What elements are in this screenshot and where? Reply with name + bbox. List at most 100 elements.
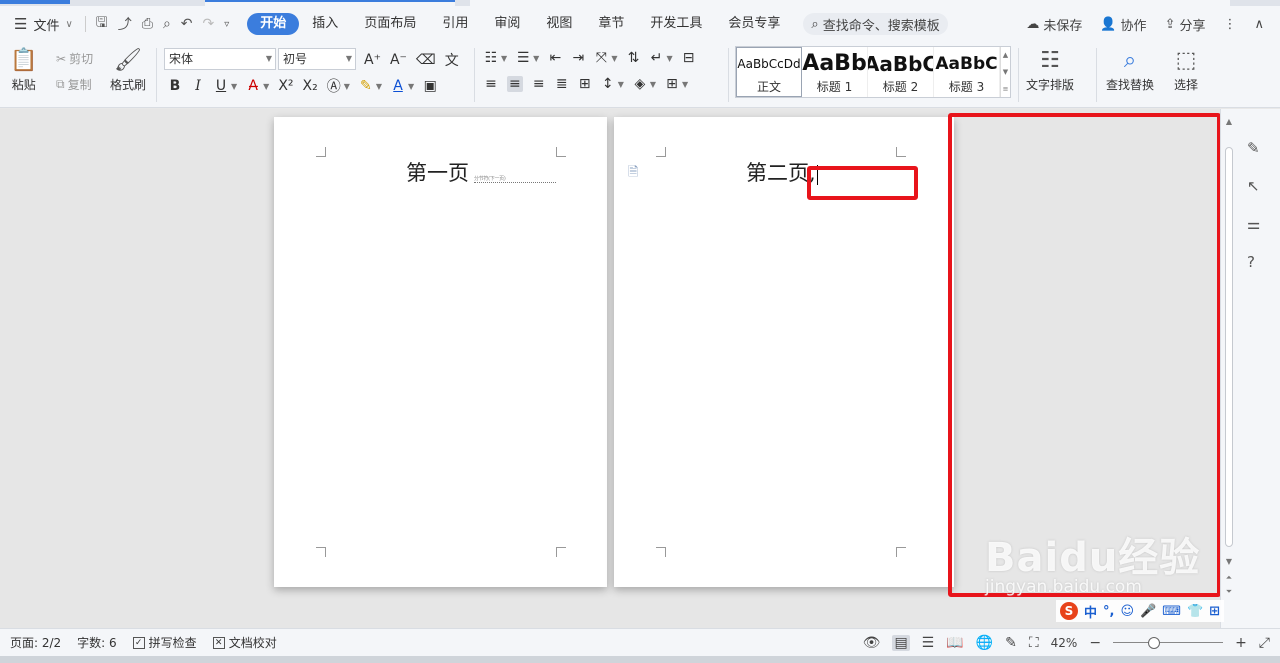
ime-mode[interactable]: 中: [1084, 602, 1097, 621]
paste-button[interactable]: 📋 粘贴: [10, 46, 37, 93]
print-preview-icon[interactable]: ⌕: [163, 16, 171, 32]
punctuation-icon[interactable]: °,: [1103, 604, 1114, 619]
style-heading-1[interactable]: AaBb 标题 1: [802, 47, 868, 97]
emoji-icon[interactable]: ☺: [1120, 604, 1134, 619]
shrink-font-icon[interactable]: A⁻: [390, 52, 407, 68]
tab-insert[interactable]: 插入: [299, 13, 351, 35]
eye-protection-icon[interactable]: 👁: [863, 635, 881, 651]
chevron-down-icon[interactable]: ▼: [611, 54, 617, 63]
font-color-icon[interactable]: A: [391, 78, 405, 94]
sogou-ime-logo[interactable]: S: [1060, 602, 1078, 620]
decrease-indent-icon[interactable]: ⇤: [548, 50, 562, 66]
highlight-icon[interactable]: ✎: [359, 78, 373, 94]
help-icon[interactable]: ?: [1247, 253, 1260, 271]
redo-icon[interactable]: ↷: [203, 16, 215, 32]
customize-toolbar-icon[interactable]: ▿: [224, 19, 229, 30]
web-view-icon[interactable]: 🌐: [976, 635, 993, 651]
shading-icon[interactable]: ◈: [633, 76, 647, 92]
command-search[interactable]: ⌕ 查找命令、搜索模板: [803, 13, 948, 35]
chinese-layout-icon[interactable]: ⤧: [594, 50, 608, 66]
distribute-icon[interactable]: ⊞: [578, 76, 592, 92]
spell-check-toggle[interactable]: ✓ 拼写检查: [132, 634, 197, 651]
proofread-toggle[interactable]: ✕ 文档校对: [212, 634, 277, 651]
collaborate-button[interactable]: 👤 协作: [1100, 15, 1146, 34]
zoom-in-icon[interactable]: +: [1235, 635, 1247, 651]
subscript-icon[interactable]: X₂: [303, 78, 318, 94]
app-tab[interactable]: [0, 0, 70, 4]
chevron-down-icon[interactable]: ▼: [501, 54, 507, 63]
fit-page-icon[interactable]: ⛶: [1029, 635, 1039, 651]
bold-icon[interactable]: B: [168, 78, 182, 94]
tab-references[interactable]: 引用: [429, 13, 481, 35]
keyboard-icon[interactable]: ⌨: [1162, 604, 1181, 619]
justify-icon[interactable]: ≣: [555, 76, 569, 92]
phonetic-guide-icon[interactable]: 文: [445, 50, 459, 70]
chevron-down-icon[interactable]: ▼: [1003, 68, 1008, 76]
numbered-list-icon[interactable]: ☰: [516, 50, 530, 66]
chevron-down-icon[interactable]: ▼: [344, 82, 350, 91]
underline-icon[interactable]: U: [214, 78, 228, 94]
char-border-icon[interactable]: ▣: [423, 78, 437, 94]
scrollbar-thumb[interactable]: [1225, 147, 1233, 547]
chevron-down-icon[interactable]: ▼: [376, 82, 382, 91]
pointer-icon[interactable]: ↖: [1247, 177, 1260, 195]
export-icon[interactable]: ⤴: [118, 14, 132, 34]
tab-developer[interactable]: 开发工具: [637, 13, 715, 35]
italic-icon[interactable]: I: [191, 78, 205, 94]
zoom-out-icon[interactable]: −: [1089, 635, 1101, 651]
sliders-icon[interactable]: ⚌: [1247, 215, 1260, 233]
undo-icon[interactable]: ↶: [181, 16, 193, 32]
chevron-down-icon[interactable]: ▼: [408, 82, 414, 91]
chevron-down-icon[interactable]: ▼: [666, 54, 672, 63]
zoom-slider-knob[interactable]: [1148, 637, 1161, 649]
outline-view-icon[interactable]: ☰: [922, 635, 935, 651]
unsaved-status-button[interactable]: ☁ 未保存: [1026, 15, 1082, 34]
zoom-slider[interactable]: [1113, 637, 1224, 649]
skin-icon[interactable]: 👕: [1187, 604, 1203, 619]
font-size-select[interactable]: 初号 ▼: [278, 48, 356, 70]
scroll-up-icon[interactable]: ▲: [1223, 117, 1235, 126]
format-painter-button[interactable]: 🖌 格式刷: [110, 46, 146, 93]
tab-review[interactable]: 审阅: [481, 13, 533, 35]
prev-page-icon[interactable]: ⏶: [1223, 573, 1235, 583]
more-icon[interactable]: ⋮: [1223, 17, 1236, 32]
share-button[interactable]: ⇪ 分享: [1165, 15, 1206, 34]
clear-format-icon[interactable]: ⌫: [416, 52, 436, 68]
copy-button[interactable]: ⧉ 复制: [56, 76, 92, 93]
document-icon[interactable]: 🗎: [628, 163, 638, 185]
style-normal[interactable]: AaBbCcDd 正文: [736, 47, 802, 97]
line-spacing-icon[interactable]: ↕: [601, 76, 615, 92]
tab-view[interactable]: 视图: [533, 13, 585, 35]
align-left-icon[interactable]: ≡: [484, 76, 498, 92]
tab-page-layout[interactable]: 页面布局: [351, 13, 429, 35]
align-right-icon[interactable]: ≡: [532, 76, 546, 92]
chevron-down-icon[interactable]: ▼: [231, 82, 237, 91]
page-1[interactable]: 第一页 分节符(下一页): [274, 117, 607, 587]
reading-view-icon[interactable]: 📖: [946, 635, 963, 651]
tab-chapter[interactable]: 章节: [585, 13, 637, 35]
superscript-icon[interactable]: X²: [278, 78, 293, 94]
text-layout-button[interactable]: ☷ 文字排版: [1026, 46, 1074, 93]
chevron-down-icon[interactable]: ▼: [682, 80, 688, 89]
fullscreen-icon[interactable]: ⤢: [1259, 635, 1270, 651]
chevron-up-icon[interactable]: ▲: [1003, 51, 1008, 59]
select-button[interactable]: ⬚ 选择: [1174, 46, 1198, 93]
zoom-level[interactable]: 42%: [1051, 636, 1078, 650]
writing-mode-icon[interactable]: ✎: [1005, 635, 1017, 651]
page-indicator[interactable]: 页面: 2/2: [10, 634, 61, 651]
tab-home[interactable]: 开始: [247, 13, 300, 35]
styles-scroll[interactable]: ▲ ▼ ≡: [1000, 47, 1010, 97]
save-icon[interactable]: 🖫: [96, 12, 108, 36]
sort-icon[interactable]: ⇅: [626, 50, 640, 66]
expand-icon[interactable]: ≡: [1003, 85, 1009, 93]
chevron-down-icon[interactable]: ▼: [263, 82, 269, 91]
increase-indent-icon[interactable]: ⇥: [571, 50, 585, 66]
chevron-down-icon[interactable]: ▼: [533, 54, 539, 63]
text-effect-icon[interactable]: Ⓐ: [327, 76, 341, 96]
tab-stops-icon[interactable]: ⊟: [682, 50, 696, 66]
collapse-ribbon-icon[interactable]: ∧: [1254, 17, 1264, 32]
pen-icon[interactable]: ✎: [1247, 139, 1260, 157]
vertical-scrollbar[interactable]: ▲ ▼ ⏶ ⏷: [1223, 117, 1235, 596]
file-menu[interactable]: ☰ 文件 ∨: [0, 6, 81, 42]
microphone-icon[interactable]: 🎤: [1140, 604, 1156, 619]
